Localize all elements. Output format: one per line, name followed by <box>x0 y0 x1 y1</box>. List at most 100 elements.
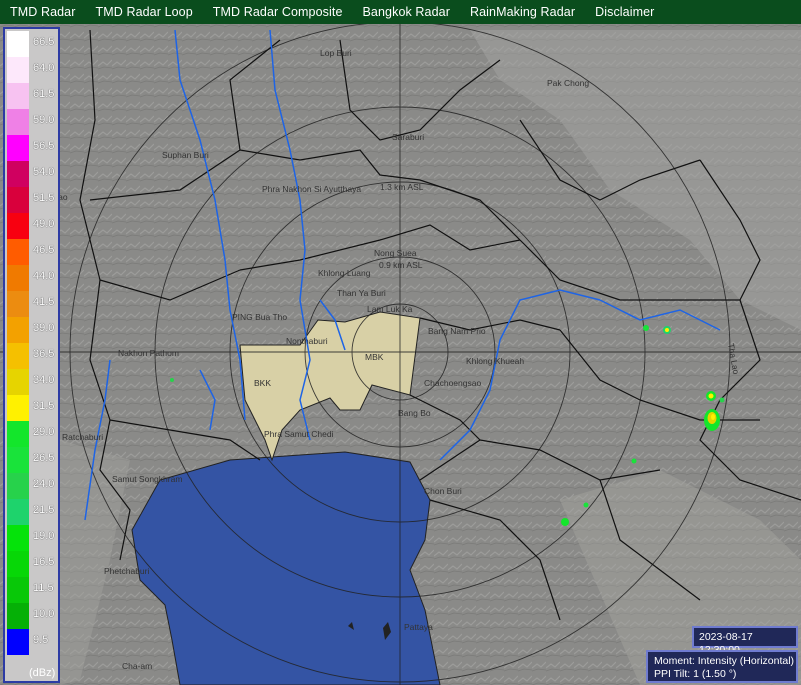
place-label: Chachoengsao <box>424 378 481 388</box>
legend-swatch <box>7 473 29 499</box>
place-label: BKK <box>254 378 271 388</box>
legend-value: 36.5 <box>33 348 55 360</box>
legend-swatch <box>7 447 29 473</box>
legend-entry: 61.5 <box>7 83 60 109</box>
legend-value: 41.5 <box>33 296 55 308</box>
legend-entry: 29.0 <box>7 421 60 447</box>
place-label: Phetchaburi <box>104 566 149 576</box>
legend-entry: 56.5 <box>7 135 60 161</box>
legend-value: 19.0 <box>33 530 55 542</box>
legend-swatch <box>7 239 29 265</box>
legend-value: 9.5 <box>33 634 49 646</box>
place-label: Saraburi <box>392 132 424 142</box>
legend-entry: 66.5 <box>7 31 60 57</box>
legend-swatch <box>7 265 29 291</box>
nav-disclaimer[interactable]: Disclaimer <box>585 5 664 19</box>
legend-value: 46.5 <box>33 244 55 256</box>
place-label: Cha-am <box>122 661 152 671</box>
legend-value: 51.5 <box>33 192 55 204</box>
legend-swatch <box>7 57 29 83</box>
place-label: Khlong Luang <box>318 268 371 278</box>
nav-tmd-radar[interactable]: TMD Radar <box>0 5 86 19</box>
legend-entry: 11.5 <box>7 577 60 603</box>
nav-tmd-radar-loop[interactable]: TMD Radar Loop <box>86 5 203 19</box>
legend-value: 34.0 <box>33 374 55 386</box>
legend-swatch <box>7 187 29 213</box>
legend-value: 66.5 <box>33 36 55 48</box>
legend-value: 26.5 <box>33 452 55 464</box>
legend-value: 64.0 <box>33 62 55 74</box>
legend-entry: 44.0 <box>7 265 60 291</box>
legend-value: 11.5 <box>33 582 54 594</box>
nav-bangkok-radar[interactable]: Bangkok Radar <box>353 5 460 19</box>
nav-tmd-radar-composite[interactable]: TMD Radar Composite <box>203 5 353 19</box>
legend-swatch <box>7 31 29 57</box>
place-label: PING Bua Tho <box>232 312 287 322</box>
place-label: 1.3 km ASL <box>380 182 424 192</box>
legend-entry: 39.0 <box>7 317 60 343</box>
legend-entry: 9.5 <box>7 629 60 655</box>
legend-value: 59.0 <box>33 114 55 126</box>
legend-value: 16.5 <box>33 556 55 568</box>
place-label: Bang Nam Prio <box>428 326 486 336</box>
legend-swatch <box>7 525 29 551</box>
legend-value: 24.0 <box>33 478 55 490</box>
place-label: Nong Suea <box>374 248 417 258</box>
place-label: Samut Songkhram <box>112 474 182 484</box>
legend-swatch <box>7 421 29 447</box>
legend-swatch <box>7 291 29 317</box>
legend-swatch <box>7 551 29 577</box>
moment-text: Moment: Intensity (Horizontal) <box>654 655 795 667</box>
legend-entry: 19.0 <box>7 525 60 551</box>
legend-swatch <box>7 343 29 369</box>
place-label: MBK <box>365 352 384 362</box>
tilt-text: PPI Tilt: 1 (1.50 °) <box>654 668 737 680</box>
legend-entry: 16.5 <box>7 551 60 577</box>
legend-entry: 21.5 <box>7 499 60 525</box>
moment-box: Moment: Intensity (Horizontal) PPI Tilt:… <box>646 650 798 683</box>
legend-value: 31.5 <box>33 400 55 412</box>
legend-entry: 46.5 <box>7 239 60 265</box>
radar-map[interactable]: Lop Buri Pak Chong Saraburi Suphan Buri … <box>0 24 801 685</box>
legend-swatch <box>7 317 29 343</box>
timestamp-box: 2023-08-17 12:30:00 <box>692 626 798 656</box>
legend-unit: (dBz) <box>29 667 56 679</box>
legend-value: 39.0 <box>33 322 55 334</box>
legend-swatch <box>7 395 29 421</box>
legend-value: 54.0 <box>33 166 55 178</box>
place-label: Chon Buri <box>424 486 462 496</box>
place-label: Suphan Buri <box>162 150 209 160</box>
place-label: Lam Luk Ka <box>367 304 413 314</box>
legend-entry: 36.5 <box>7 343 60 369</box>
legend-entry: 26.5 <box>7 447 60 473</box>
legend-swatch <box>7 213 29 239</box>
legend-swatch <box>7 577 29 603</box>
place-label: Nonthaburi <box>286 336 328 346</box>
legend-swatch <box>7 369 29 395</box>
place-label: Lop Buri <box>320 48 352 58</box>
nav-rainmaking-radar[interactable]: RainMaking Radar <box>460 5 585 19</box>
legend-entry: 41.5 <box>7 291 60 317</box>
legend-entry: 24.0 <box>7 473 60 499</box>
legend-value: 44.0 <box>33 270 55 282</box>
legend-swatch <box>7 135 29 161</box>
place-label: Pattaya <box>404 622 433 632</box>
legend-entry: 49.0 <box>7 213 60 239</box>
legend-swatch <box>7 603 29 629</box>
place-label: Phra Samut Chedi <box>264 429 334 439</box>
legend-swatch <box>7 629 29 655</box>
legend-entry: 34.0 <box>7 369 60 395</box>
top-nav: TMD Radar TMD Radar Loop TMD Radar Compo… <box>0 0 801 24</box>
legend-entry: 10.0 <box>7 603 60 629</box>
dbz-legend: 66.5 64.0 61.5 59.0 56.5 54.0 51.5 49.0 … <box>3 27 60 683</box>
place-label: Khlong Khueah <box>466 356 524 366</box>
legend-swatch <box>7 83 29 109</box>
legend-entry: 31.5 <box>7 395 60 421</box>
legend-value: 61.5 <box>33 88 55 100</box>
place-label: Phra Nakhon Si Ayutthaya <box>262 184 361 194</box>
place-label: Than Ya Buri <box>337 288 386 298</box>
legend-swatch <box>7 161 29 187</box>
legend-swatch <box>7 109 29 135</box>
legend-entry: 54.0 <box>7 161 60 187</box>
legend-value: 10.0 <box>33 608 55 620</box>
